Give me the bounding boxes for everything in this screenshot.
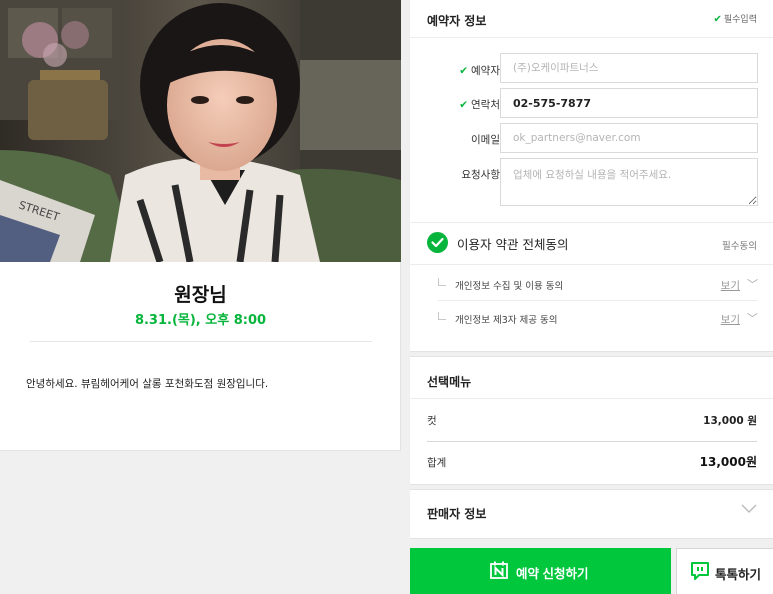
phone-label-text: 연락처 [471, 99, 500, 111]
indent-corner-icon [438, 278, 446, 286]
divider [410, 398, 773, 399]
divider [30, 341, 372, 342]
sub-agreement-item: 개인정보 제3자 제공 동의 보기 ﹀ [438, 312, 758, 330]
menu-item-price: 13,000 원 [703, 415, 757, 427]
check-icon: ✔ [459, 99, 469, 111]
section-title: 판매자 정보 [427, 507, 487, 521]
naver-calendar-icon [490, 561, 508, 579]
chevron-down-icon[interactable]: ﹀ [747, 276, 758, 292]
view-link[interactable]: 보기 [721, 312, 740, 327]
sub-agreement-item: 개인정보 수집 및 이용 동의 보기 ﹀ [438, 278, 758, 296]
name-label: ✔ 예약자 [420, 63, 500, 78]
view-link[interactable]: 보기 [721, 278, 740, 293]
required-note: ✔ 필수입력 [713, 12, 757, 25]
total-label: 합계 [427, 457, 447, 469]
indent-corner-icon [438, 312, 446, 320]
total-price: 13,000원 [699, 455, 757, 469]
email-input[interactable] [500, 123, 758, 153]
divider [438, 300, 758, 301]
sub-agreement-label: 개인정보 제3자 제공 동의 [455, 315, 558, 326]
chevron-down-icon[interactable] [741, 504, 757, 514]
reserve-button-label: 예약 신청하기 [516, 567, 589, 581]
check-icon: ✔ [459, 65, 469, 77]
section-title: 선택메뉴 [427, 375, 472, 389]
check-circle-icon [427, 232, 448, 253]
booker-info-section: 예약자 정보 ✔필수입력 ✔예약자 ✔연락처 이메일 요청사항 이용자 약관 전… [410, 0, 773, 352]
divider [410, 264, 773, 265]
reserve-button[interactable]: 예약 신청하기 [410, 548, 671, 594]
request-label: 요청사항 [461, 169, 500, 181]
name-label-text: 예약자 [471, 65, 500, 77]
divider [427, 441, 757, 442]
agree-all-label: 이용자 약관 전체동의 [457, 237, 569, 252]
phone-label: ✔ 연락처 [420, 97, 500, 112]
talk-bubble-icon [691, 562, 709, 580]
required-note-text: 필수입력 [723, 15, 757, 25]
divider [410, 222, 773, 223]
talk-button-label: 톡톡하기 [715, 568, 762, 582]
designer-profile-card: STREET 원장님 8.31.(목), 오후 8:00 안녕하세요. 뷰림헤어… [0, 0, 401, 451]
designer-name: 원장님 [174, 284, 227, 306]
selected-menu-section: 선택메뉴 컷 13,000 원 합계 13,000원 [410, 356, 773, 485]
name-input[interactable] [500, 53, 758, 83]
designer-photo: STREET [0, 0, 401, 262]
talk-button[interactable]: 톡톡하기 [676, 548, 773, 594]
divider [410, 37, 773, 38]
section-title: 예약자 정보 [427, 14, 487, 28]
booking-datetime: 8.31.(목), 오후 8:00 [134, 313, 267, 328]
agree-required-note: 필수동의 [722, 241, 757, 252]
chevron-down-icon[interactable]: ﹀ [747, 310, 758, 326]
seller-info-section[interactable]: 판매자 정보 [410, 489, 773, 539]
phone-input[interactable] [500, 88, 758, 118]
sub-agreement-label: 개인정보 수집 및 이용 동의 [455, 281, 564, 292]
designer-description: 안녕하세요. 뷰림헤어케어 살롱 포천화도점 원장입니다. [26, 378, 269, 390]
agree-all-checkbox[interactable]: 이용자 약관 전체동의 [427, 232, 757, 254]
request-textarea[interactable] [500, 158, 758, 206]
check-icon: ✔ [713, 14, 722, 25]
email-label: 이메일 [471, 134, 500, 146]
menu-item-name: 컷 [427, 415, 437, 427]
